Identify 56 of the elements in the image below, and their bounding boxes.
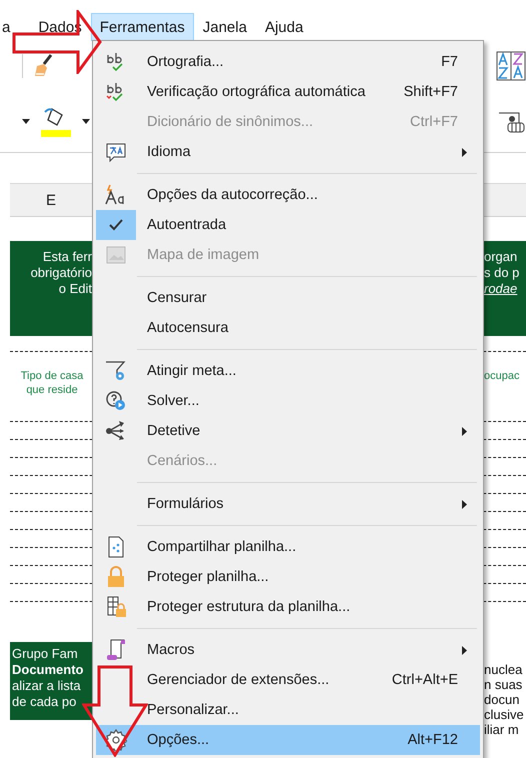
banner-text: alizar a lista xyxy=(12,678,82,694)
branch-arrows-icon xyxy=(105,420,127,442)
menu-item[interactable]: Solver... xyxy=(96,386,480,416)
menu-item[interactable]: Opções... Alt+F12 xyxy=(96,725,480,755)
cell-text: clusive xyxy=(484,707,524,722)
column-header: E xyxy=(44,192,57,208)
image-icon xyxy=(105,244,127,266)
language-icon xyxy=(105,141,127,163)
sort-icon[interactable] xyxy=(496,51,526,81)
menu-item[interactable]: Macros xyxy=(96,635,480,665)
scroll-icon xyxy=(105,639,127,661)
database-icon[interactable] xyxy=(498,110,526,132)
menu-item[interactable]: Atingir meta... xyxy=(96,356,480,386)
menu-item[interactable]: Proteger planilha... xyxy=(96,562,480,592)
cell-text: docun xyxy=(484,692,520,707)
menu-bar-item[interactable]: Ferramentas xyxy=(90,13,194,41)
banner-text: organ xyxy=(484,249,518,265)
banner-text: Documento xyxy=(12,662,84,678)
menu-bar-item[interactable]: Janela xyxy=(194,13,256,41)
locked-sheet-icon xyxy=(105,596,127,618)
fill-color-icon[interactable] xyxy=(40,106,72,138)
menu-bar-item[interactable]: a xyxy=(0,13,30,41)
banner-text: o Edit xyxy=(58,281,92,297)
solver-icon xyxy=(105,390,127,412)
menu-item[interactable]: Personalizar... xyxy=(96,695,480,725)
gear-icon xyxy=(105,729,127,751)
menu-item[interactable]: Gerenciador de extensões... Ctrl+Alt+E xyxy=(96,665,480,695)
cell-text: n suas xyxy=(484,677,522,692)
table-column-header: Tipo de casa que reside xyxy=(20,369,84,397)
menu-item[interactable]: Compartilhar planilha... xyxy=(96,532,480,562)
menu-item[interactable]: Formulários xyxy=(96,489,480,519)
menu-item[interactable]: Censurar xyxy=(96,283,480,313)
clone-formatting-icon[interactable] xyxy=(33,54,55,78)
lock-icon xyxy=(105,566,127,588)
banner-text: Grupo Fam xyxy=(12,646,79,662)
dropdown-arrow-icon[interactable] xyxy=(22,119,30,124)
cell-text: nuclea xyxy=(484,662,522,677)
funnel-icon xyxy=(105,360,127,382)
check-icon xyxy=(109,219,123,231)
banner-text: Esta ferr xyxy=(42,249,92,265)
menu-item[interactable]: Autocensura xyxy=(96,313,480,343)
menu-item[interactable]: Autoentrada xyxy=(96,210,480,240)
cell-text: iliar m xyxy=(484,722,519,737)
banner-text: de cada po xyxy=(12,694,78,710)
menu-item[interactable]: Detetive xyxy=(96,416,480,446)
banner-link[interactable]: rodae xyxy=(484,281,518,297)
menu-item[interactable]: Ortografia... F7 xyxy=(96,47,480,77)
dropdown-arrow-icon[interactable] xyxy=(82,119,90,124)
banner-text: s do p xyxy=(484,265,520,281)
menu-item[interactable]: Idioma xyxy=(96,137,480,167)
menu-item[interactable]: Verificação ortográfica automática Shift+F7 xyxy=(96,77,480,107)
menu-bar-item[interactable]: Ajuda xyxy=(256,13,312,41)
table-column-header: ocupac xyxy=(484,369,520,383)
menu-item[interactable]: Proteger estrutura da planilha... xyxy=(96,592,480,622)
banner-text: obrigatório xyxy=(30,265,92,281)
menu-item[interactable]: Opções da autocorreção... xyxy=(96,180,480,210)
